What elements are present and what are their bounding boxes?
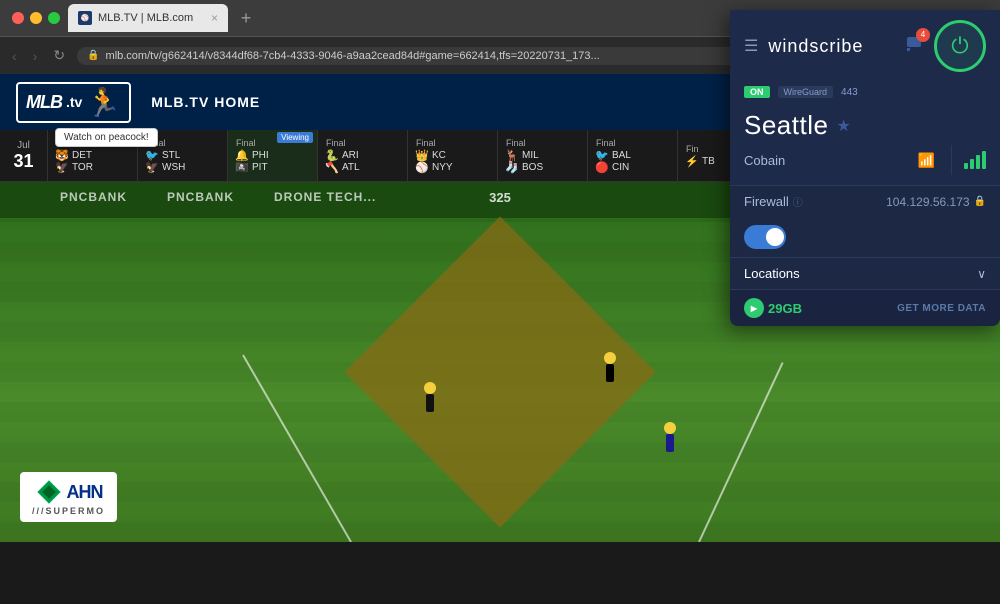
traffic-lights [12,12,60,24]
ws-badge-count: 4 [916,28,930,42]
kc-icon: 👑 [416,150,428,162]
ws-firewall-section: Firewall ⓘ 104.129.56.173 🔒 [730,186,1000,217]
ws-signal-bar-1 [964,163,968,169]
new-tab-button[interactable]: + [232,4,260,32]
score-date-month: Jul [17,140,30,151]
atl-icon: 🪓 [326,162,338,174]
ws-firewall-label: Firewall ⓘ [744,194,803,209]
ws-status-bar: ON WireGuard 443 [730,82,1000,104]
mil-icon: 🦌 [506,150,518,162]
tab-close-button[interactable]: × [211,11,218,25]
pnc-ad-2: PNCBANK [167,190,234,204]
score-game-phi-pit[interactable]: Final Viewing 🔔 PHI 🏴‍☠️ PIT [228,130,318,181]
player-fielder [600,352,620,392]
player-umpire [420,382,440,422]
score-game-kc-nyy[interactable]: Final 👑 KC ⚾ NYY [408,130,498,181]
ws-get-more-data-button[interactable]: GET MORE DATA [897,303,986,314]
ws-city-name: Seattle ★ [744,110,986,141]
tab-favicon: ⚾ [78,11,92,25]
mlb-logo-box: MLB .tv 🏃 [16,82,131,123]
pnc-ad-1: PNCBANK [60,190,127,204]
score-team-det: 🐯 DET [56,150,129,162]
peacock-tooltip: Watch on peacock! [55,128,158,147]
close-button[interactable] [12,12,24,24]
viewing-badge: Viewing [277,132,313,143]
pit-icon: 🏴‍☠️ [236,162,248,174]
det-icon: 🐯 [56,150,68,162]
windscribe-popup: ☰ windscribe 4 ⏻ ON WireGuard 443 Seattl… [730,10,1000,326]
ws-connection-info: Cobain 📶 [744,145,986,175]
score-game-bal-cin[interactable]: Final 🐦 BAL 🔴 CIN [588,130,678,181]
ws-info-icon: ⓘ [793,194,803,209]
ari-icon: 🐍 [326,150,338,162]
mlb-nav-title: MLB.TV HOME [151,94,260,110]
ws-footer: ▶ 29GB GET MORE DATA [730,289,1000,326]
ws-signal-strength [964,151,986,169]
score-game-ari-atl[interactable]: Final 🐍 ARI 🪓 ATL [318,130,408,181]
forward-button[interactable]: › [29,46,42,66]
active-tab[interactable]: ⚾ MLB.TV | MLB.com × [68,4,228,32]
back-button[interactable]: ‹ [8,46,21,66]
ws-data-badge: ▶ 29GB [744,298,802,318]
ws-logo-text: windscribe [768,36,894,57]
tb-icon: ⚡ [686,156,698,168]
ws-signal-bar-4 [982,151,986,169]
ws-signal-bar-2 [970,159,974,169]
player-batter [660,422,680,462]
ahn-diamond-icon [35,478,63,506]
ws-favorite-star[interactable]: ★ [836,116,851,136]
score-team-tor: 🦅 TOR [56,162,129,174]
ws-data-icon: ▶ [744,298,764,318]
score-date: Jul 31 [0,130,48,181]
bos-icon: 🧦 [506,162,518,174]
ws-firewall-toggle[interactable] [744,225,786,249]
ws-lock-icon: 🔒 [974,196,986,207]
ahn-sponsor-overlay: AHN ///SUPERMO [20,472,117,522]
ws-menu-icon[interactable]: ☰ [744,36,758,56]
ws-on-badge: ON [744,86,770,98]
maximize-button[interactable] [48,12,60,24]
drone-ad: DRONE TECH... [274,190,376,204]
ws-ip-address: 104.129.56.173 🔒 [886,195,986,209]
ws-notification-badge[interactable]: 4 [904,34,924,59]
ws-latency: 443 [841,87,858,98]
stl-icon: 🐦 [146,150,158,162]
mlb-batter-icon: 🏃 [86,86,121,119]
ws-signal-bar-3 [976,155,980,169]
mlb-logo-text: MLB [26,92,62,113]
score-date-day: 31 [13,151,33,172]
refresh-button[interactable]: ↻ [49,45,69,66]
ws-toggle-knob [766,228,784,246]
cin-icon: 🔴 [596,162,608,174]
ws-divider [951,145,952,175]
tab-title: MLB.TV | MLB.com [98,12,193,24]
score-game-mil-bos[interactable]: Final 🦌 MIL 🧦 BOS [498,130,588,181]
ws-header: ☰ windscribe 4 ⏻ [730,10,1000,82]
ws-computer-name: Cobain [744,153,785,168]
wsh-icon: 🦅 [146,162,158,174]
distance-center: 325 [489,190,511,205]
phi-icon: 🔔 [236,150,248,162]
ws-toggle-section [730,217,1000,257]
ws-locations-label: Locations [744,266,800,281]
ahn-text: AHN [67,482,103,503]
lock-icon: 🔒 [87,50,99,61]
supermo-text: ///SUPERMO [32,506,105,516]
mlb-logo: MLB .tv 🏃 [16,82,131,123]
ws-data-amount: 29GB [768,301,802,316]
ws-location-section: Seattle ★ Cobain 📶 [730,104,1000,186]
mlb-tv-suffix: .tv [66,94,82,110]
nyy-icon: ⚾ [416,162,428,174]
minimize-button[interactable] [30,12,42,24]
ws-wifi-icon: 📶 [918,152,935,169]
bal-icon: 🐦 [596,150,608,162]
ws-chevron-icon: ∨ [977,267,986,281]
ws-power-icon: ⏻ [951,33,968,59]
ws-locations-section[interactable]: Locations ∨ [730,257,1000,289]
ws-protocol-badge: WireGuard [778,86,834,98]
ws-power-button[interactable]: ⏻ [934,20,986,72]
tor-icon: 🦅 [56,162,68,174]
